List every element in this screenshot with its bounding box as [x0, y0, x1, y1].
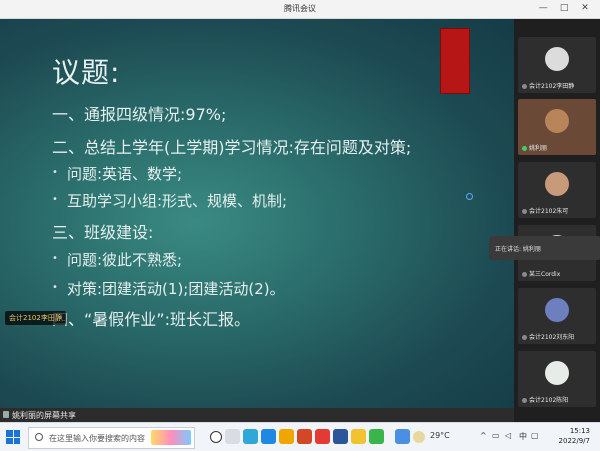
app-icon[interactable]	[315, 429, 330, 444]
bullet-icon: •	[52, 167, 58, 178]
tencent-meeting-icon[interactable]	[261, 429, 276, 444]
mic-icon	[522, 272, 527, 277]
participants-panel: 会计2102李田静 姚利丽 会计2102朱可 某三Cordix 会计2102刘东…	[514, 19, 600, 422]
participant-name: 会计2102李田静	[529, 83, 575, 90]
participant-name: 会计2102刘东阳	[529, 334, 575, 341]
participant-name: 姚利丽	[529, 145, 548, 152]
speaking-text: 正在讲话: 姚利丽	[495, 246, 541, 253]
search-placeholder: 在这里输入你要搜索的内容	[49, 434, 145, 443]
notification-icon[interactable]: ▢	[531, 431, 539, 440]
shared-screen: 议题: 一、通报四级情况:97%; 二、总结上学年(上学期)学习情况:存在问题及…	[0, 19, 514, 408]
speaking-indicator: 正在讲话: 姚利丽	[489, 236, 600, 260]
wechat-icon[interactable]	[369, 429, 384, 444]
bullet-icon: •	[52, 194, 58, 205]
slide-line: 三、班级建设:	[52, 223, 154, 242]
ime-indicator[interactable]: 中	[519, 431, 527, 442]
avatar	[545, 47, 569, 71]
folder-icon[interactable]	[279, 429, 294, 444]
slide-line: 四、“暑假作业”:班长汇报。	[52, 310, 250, 329]
search-highlight-art	[151, 430, 191, 445]
slide-line: 一、通报四级情况:97%;	[52, 105, 227, 124]
powerpoint-icon[interactable]	[297, 429, 312, 444]
share-label: 姚利丽的屏幕共享	[12, 411, 76, 420]
mic-icon	[522, 398, 527, 403]
slide-line: 互助学习小组:形式、规模、机制;	[67, 192, 288, 210]
slide-line: 问题:彼此不熟悉;	[67, 251, 183, 269]
taskbar-search-box[interactable]: 在这里输入你要搜索的内容	[28, 427, 195, 449]
tray-chevron-icon[interactable]: ^	[480, 431, 487, 440]
maximize-button[interactable]: □	[555, 3, 573, 13]
slide-line: 对策:团建活动(1);团建活动(2)。	[67, 280, 285, 298]
task-view-icon[interactable]	[225, 429, 240, 444]
app-icon[interactable]	[395, 429, 410, 444]
clock-date: 2022/9/7	[558, 437, 590, 445]
participant-tile[interactable]: 会计2102李田静	[518, 37, 596, 93]
mic-icon	[522, 209, 527, 214]
mic-icon	[522, 146, 527, 151]
red-flag-decoration	[440, 28, 470, 94]
weather-temp[interactable]: 29°C	[430, 431, 450, 440]
close-button[interactable]: ✕	[576, 3, 594, 13]
taskbar: 在这里输入你要搜索的内容 29°C ^ ▭ ◁ 中 ▢ 15:13 2022/9…	[0, 422, 600, 451]
participant-tile[interactable]: 会计2102朱可	[518, 162, 596, 218]
window-controls: — □ ✕	[534, 3, 594, 13]
screen-share-icon	[3, 411, 9, 418]
system-clock[interactable]: 15:13 2022/9/7	[559, 426, 590, 446]
network-icon[interactable]: ▭	[492, 431, 500, 440]
mic-icon	[522, 84, 527, 89]
slide-line: 二、总结上学年(上学期)学习情况:存在问题及对策;	[52, 138, 412, 157]
window-titlebar: 腾讯会议 — □ ✕	[0, 0, 600, 19]
minimize-button[interactable]: —	[534, 3, 552, 13]
participant-name: 某三Cordix	[529, 271, 561, 278]
window-title: 腾讯会议	[284, 4, 316, 13]
participant-name: 会计2102朱可	[529, 208, 569, 215]
mic-icon	[522, 335, 527, 340]
participant-tile[interactable]: 会计2102陈阳	[518, 351, 596, 407]
slide-title: 议题:	[52, 56, 121, 89]
edge-icon[interactable]	[243, 429, 258, 444]
volume-icon[interactable]: ◁	[505, 431, 511, 440]
clock-time: 15:13	[569, 427, 590, 435]
bullet-icon: •	[52, 282, 58, 293]
participant-name: 会计2102陈阳	[529, 397, 569, 404]
avatar	[545, 361, 569, 385]
participant-tile[interactable]: 姚利丽	[518, 99, 596, 155]
avatar	[545, 172, 569, 196]
avatar	[545, 298, 569, 322]
windows-start-icon[interactable]	[6, 430, 20, 444]
cursor-icon	[466, 193, 473, 200]
participant-tile[interactable]: 会计2102刘东阳	[518, 288, 596, 344]
weather-icon	[413, 431, 425, 443]
app-icon[interactable]	[351, 429, 366, 444]
speaker-name-chip: 会计2102李田静	[5, 311, 66, 325]
cortana-icon[interactable]	[210, 431, 222, 443]
bullet-icon: •	[52, 253, 58, 264]
slide-line: 问题:英语、数学;	[67, 165, 183, 183]
search-icon	[35, 433, 43, 441]
word-icon[interactable]	[333, 429, 348, 444]
share-status-bar: 姚利丽的屏幕共享	[0, 408, 514, 422]
avatar	[545, 109, 569, 133]
